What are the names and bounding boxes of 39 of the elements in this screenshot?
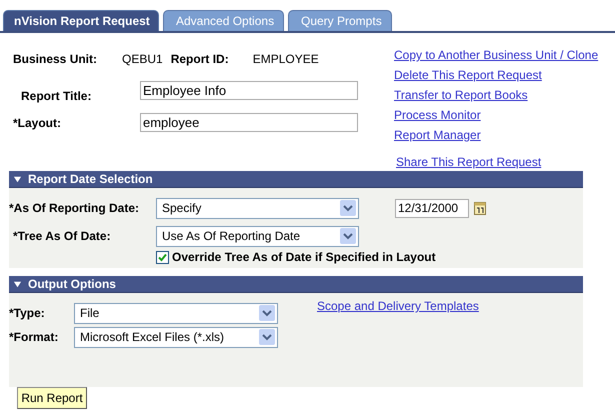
field-label: *Layout: (12, 116, 62, 130)
report-id-value: EMPLOYEE (252, 52, 319, 68)
business-unit-value: QEBU1 (122, 52, 163, 68)
field-label: *Format: (9, 330, 60, 344)
field-label: *As Of Reporting Date: (9, 201, 140, 215)
link[interactable]: Report Manager (394, 125, 598, 145)
dropdown-icon (340, 200, 356, 216)
dropdown[interactable]: Specify (156, 198, 359, 218)
section-header[interactable]: Output Options (9, 276, 583, 293)
section-title: Report Date Selection (28, 172, 153, 186)
field-label: Report Title: (20, 89, 92, 103)
dropdown-icon (340, 228, 356, 244)
collapse-icon[interactable] (13, 280, 22, 288)
link[interactable]: Transfer to Report Books (394, 85, 598, 105)
dropdown[interactable]: Use As Of Reporting Date (156, 226, 359, 246)
link[interactable]: Copy to Another Business Unit / Clone (394, 45, 598, 65)
checkbox-label: Override Tree As of Date if Specified in Layout (172, 250, 436, 264)
field-label: *Type: (9, 306, 46, 320)
report-id-label: Report ID: (170, 52, 229, 68)
calendar-icon[interactable] (474, 201, 486, 215)
dropdown[interactable]: Microsoft Excel Files (*.xls) (74, 326, 278, 348)
share-link[interactable]: Share This Report Request (396, 152, 598, 172)
dropdown-icon (259, 305, 275, 321)
input-field[interactable]: employee (140, 113, 358, 132)
input-field[interactable]: Employee Info (140, 80, 358, 100)
link[interactable]: Scope and Delivery Templates (317, 299, 479, 387)
run-report-button[interactable]: Run Report (17, 387, 87, 409)
date-field[interactable]: 12/31/2000 (395, 198, 469, 218)
dropdown-icon (259, 329, 275, 345)
collapse-icon[interactable] (13, 174, 22, 184)
field-label: *Tree As Of Date: (12, 229, 112, 243)
tab[interactable]: nVision Report Request (3, 10, 159, 31)
link[interactable]: Process Monitor (394, 105, 598, 125)
section-header[interactable]: Report Date Selection (9, 171, 583, 188)
dropdown[interactable]: File (74, 302, 278, 324)
business-unit-label: Business Unit: (13, 52, 98, 68)
checkbox[interactable] (156, 250, 169, 264)
link[interactable]: Delete This Report Request (394, 65, 598, 85)
section-title: Output Options (28, 277, 116, 291)
